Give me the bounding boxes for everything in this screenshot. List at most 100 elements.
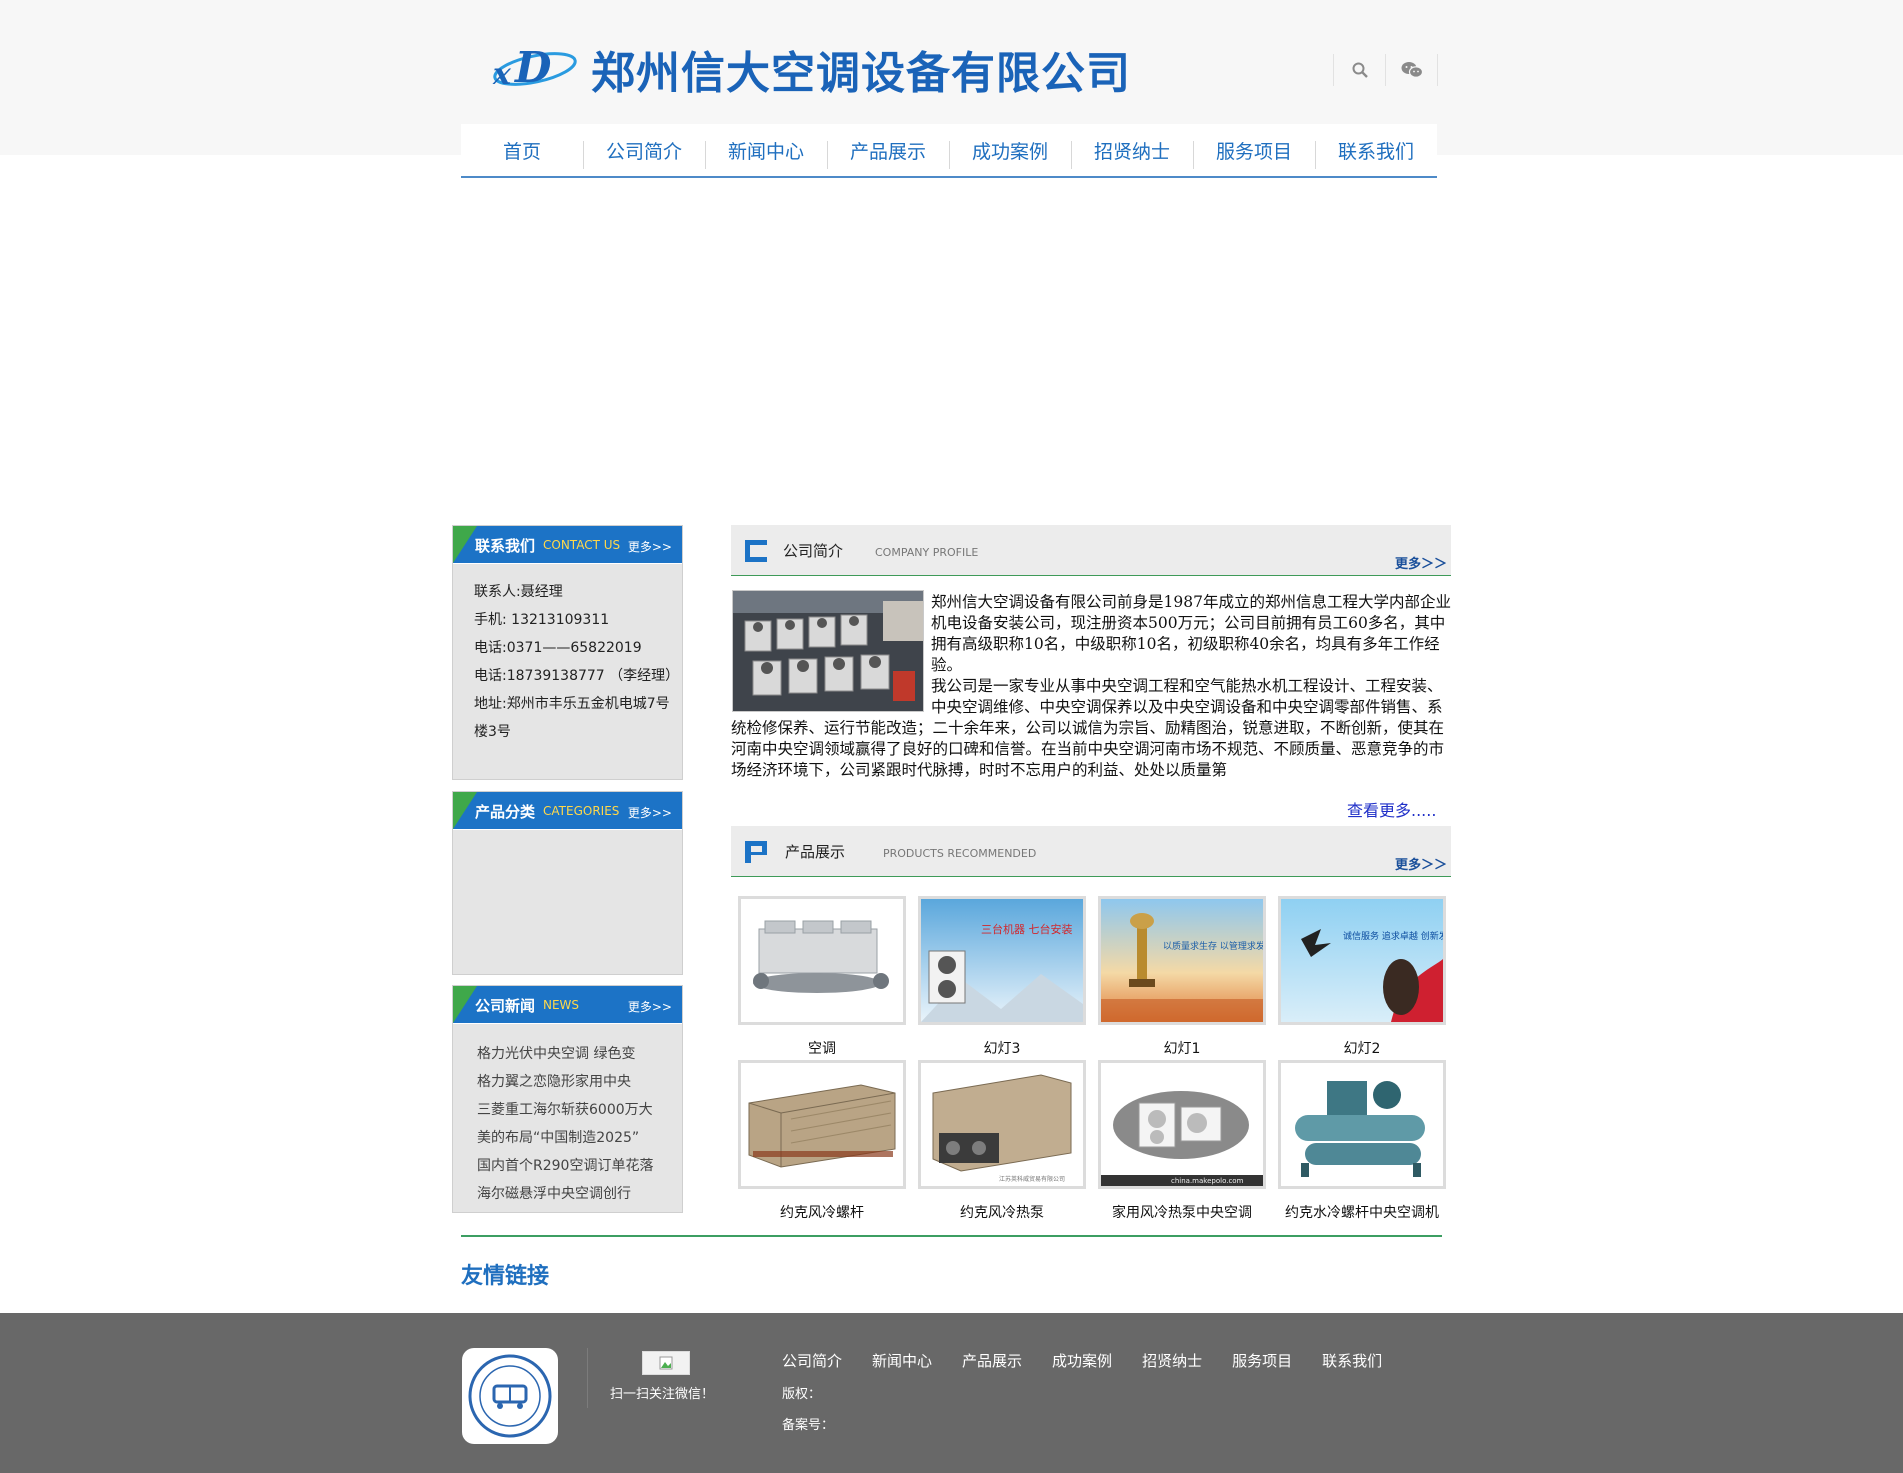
product-image[interactable]: 诚信服务 追求卓越 创新发展 合作共赢 xyxy=(1278,896,1446,1025)
footer-nav-contact[interactable]: 联系我们 xyxy=(1322,1350,1382,1371)
contact-address: 地址:郑州市丰乐五金机电城7号楼3号 xyxy=(474,696,670,740)
news-item[interactable]: 三菱重工海尔斩获6000万大 xyxy=(477,1096,682,1124)
contact-box: 联系我们 CONTACT US 更多>> 联系人:聂经理 手机: 1321310… xyxy=(452,525,683,780)
footer-nav-news[interactable]: 新闻中心 xyxy=(872,1350,932,1371)
product-name[interactable]: 幻灯3 xyxy=(918,1038,1086,1058)
contact-list: 联系人:聂经理 手机: 13213109311 电话:0371——6582201… xyxy=(453,564,682,746)
product-card[interactable]: 三台机器 七台安装 幻灯3 xyxy=(918,896,1086,1058)
svg-text:x: x xyxy=(492,57,512,92)
header-accent xyxy=(453,986,477,1023)
product-card[interactable]: 诚信服务 追求卓越 创新发展 合作共赢 幻灯2 xyxy=(1278,896,1446,1058)
product-image[interactable]: 江苏英科威贸易有限公司 xyxy=(918,1060,1086,1189)
footer-logo xyxy=(462,1348,558,1444)
wechat-icon xyxy=(1401,62,1423,78)
p-letter-icon xyxy=(745,841,767,863)
categories-box-header: 产品分类 CATEGORIES 更多>> xyxy=(453,792,682,830)
c-letter-icon xyxy=(745,540,767,562)
categories-box: 产品分类 CATEGORIES 更多>> xyxy=(452,791,683,975)
products-title: 产品展示 xyxy=(785,843,846,861)
categories-more-link[interactable]: 更多>> xyxy=(628,804,672,821)
product-card[interactable]: 约克水冷螺杆中央空调机 xyxy=(1278,1060,1446,1222)
product-card[interactable]: 约克风冷螺杆 xyxy=(738,1060,906,1222)
banner-text: 诚信服务 追求卓越 创新发展 合作共赢 xyxy=(1343,930,1443,942)
footer-nav-jobs[interactable]: 招贤纳士 xyxy=(1142,1350,1202,1371)
chiller-image xyxy=(741,899,903,1022)
news-item[interactable]: 国内首个R290空调订单花落 xyxy=(477,1152,682,1180)
news-list: 格力光伏中央空调 绿色变 格力翼之恋隐形家用中央 三菱重工海尔斩获6000万大 … xyxy=(453,1024,682,1208)
nav-cases[interactable]: 成功案例 xyxy=(949,124,1071,176)
product-name[interactable]: 约克水冷螺杆中央空调机 xyxy=(1278,1202,1446,1222)
links-divider xyxy=(461,1235,1442,1237)
about-title-en: COMPANY PROFILE xyxy=(875,546,979,559)
product-name[interactable]: 约克风冷螺杆 xyxy=(738,1202,906,1222)
nav-news[interactable]: 新闻中心 xyxy=(705,124,827,176)
product-name[interactable]: 空调 xyxy=(738,1038,906,1058)
see-more-link[interactable]: 查看更多..... xyxy=(1347,797,1436,821)
nav-about[interactable]: 公司简介 xyxy=(583,124,705,176)
contact-title: 联系我们 xyxy=(475,537,536,555)
product-image[interactable] xyxy=(738,1060,906,1189)
contact-more-link[interactable]: 更多>> xyxy=(628,538,672,555)
nav-jobs[interactable]: 招贤纳士 xyxy=(1071,124,1193,176)
contact-phone-2: 电话:18739138777 （李经理） xyxy=(474,668,680,684)
copyright-text: 版权： xyxy=(782,1387,822,1402)
contact-phone: 电话:0371——65822019 xyxy=(474,640,642,656)
main-nav: 首页 公司简介 新闻中心 产品展示 成功案例 招贤纳士 服务项目 联系我们 xyxy=(461,124,1437,178)
home-heat-pump-image: china.makepolo.com xyxy=(1101,1063,1263,1186)
categories-title-en: CATEGORIES xyxy=(543,804,620,818)
company-name: 郑州信大空调设备有限公司 xyxy=(591,48,1131,99)
news-title-en: NEWS xyxy=(543,998,580,1012)
news-item[interactable]: 格力翼之恋隐形家用中央 xyxy=(477,1068,682,1096)
footer-nav-cases[interactable]: 成功案例 xyxy=(1052,1350,1112,1371)
footer-nav: 公司简介 新闻中心 产品展示 成功案例 招贤纳士 服务项目 联系我们 xyxy=(782,1350,1412,1371)
product-image[interactable] xyxy=(738,896,906,1025)
wechat-button[interactable] xyxy=(1385,54,1438,86)
footer-nav-about[interactable]: 公司简介 xyxy=(782,1350,842,1371)
wechat-qr-image xyxy=(642,1351,690,1375)
product-name[interactable]: 家用风冷热泵中央空调 xyxy=(1098,1202,1266,1222)
product-image[interactable]: 以质量求生存 以管理求发展 xyxy=(1098,896,1266,1025)
news-item[interactable]: 格力光伏中央空调 绿色变 xyxy=(477,1040,682,1068)
nav-services[interactable]: 服务项目 xyxy=(1193,124,1315,176)
air-cooled-screw-image xyxy=(741,1063,903,1186)
contact-mobile: 手机: 13213109311 xyxy=(474,612,610,628)
about-text: 郑州信大空调设备有限公司前身是1987年成立的郑州信息工程大学内部企业机电设备安… xyxy=(731,592,1453,781)
product-image[interactable]: 三台机器 七台安装 xyxy=(918,896,1086,1025)
svg-text:D: D xyxy=(514,44,552,92)
product-card[interactable]: 江苏英科威贸易有限公司 约克风冷热泵 xyxy=(918,1060,1086,1222)
news-more-link[interactable]: 更多>> xyxy=(628,998,672,1015)
product-card[interactable]: china.makepolo.com 家用风冷热泵中央空调 xyxy=(1098,1060,1266,1222)
icp-text: 备案号： xyxy=(782,1418,835,1433)
eagle-banner-image: 诚信服务 追求卓越 创新发展 合作共赢 xyxy=(1281,899,1443,1022)
heat-pump-image: 江苏英科威贸易有限公司 xyxy=(921,1063,1083,1186)
product-name[interactable]: 约克风冷热泵 xyxy=(918,1202,1086,1222)
product-card[interactable]: 空调 xyxy=(738,896,906,1058)
about-title: 公司简介 xyxy=(783,542,844,560)
footer-nav-services[interactable]: 服务项目 xyxy=(1232,1350,1292,1371)
search-button[interactable] xyxy=(1333,54,1385,86)
friend-links-title: 友情链接 xyxy=(461,1264,550,1289)
nav-products[interactable]: 产品展示 xyxy=(827,124,949,176)
news-item[interactable]: 海尔磁悬浮中央空调创行 xyxy=(477,1180,682,1208)
water-cooled-screw-image xyxy=(1281,1063,1443,1186)
product-image[interactable]: china.makepolo.com xyxy=(1098,1060,1266,1189)
search-icon xyxy=(1352,62,1368,78)
product-card[interactable]: 以质量求生存 以管理求发展 幻灯1 xyxy=(1098,896,1266,1058)
contact-title-en: CONTACT US xyxy=(543,538,621,552)
nav-home[interactable]: 首页 xyxy=(461,124,583,176)
products-more-link[interactable]: 更多＞＞ xyxy=(1395,854,1447,873)
news-box-header: 公司新闻 NEWS 更多>> xyxy=(453,986,682,1024)
site-logo[interactable]: x D 郑州信大空调设备有限公司 xyxy=(485,44,1131,99)
nav-contact[interactable]: 联系我们 xyxy=(1315,124,1437,176)
wechat-scan-text: 扫一扫关注微信！ xyxy=(610,1387,715,1402)
association-badge-icon xyxy=(468,1354,552,1438)
news-item[interactable]: 美的布局“中国制造2025” xyxy=(477,1124,682,1152)
footer-nav-products[interactable]: 产品展示 xyxy=(962,1350,1022,1371)
about-more-link[interactable]: 更多＞＞ xyxy=(1395,553,1447,572)
news-title: 公司新闻 xyxy=(475,997,536,1015)
watermark-text: china.makepolo.com xyxy=(1171,1177,1244,1185)
product-name[interactable]: 幻灯1 xyxy=(1098,1038,1266,1058)
product-image[interactable] xyxy=(1278,1060,1446,1189)
product-name[interactable]: 幻灯2 xyxy=(1278,1038,1446,1058)
contact-box-header: 联系我们 CONTACT US 更多>> xyxy=(453,526,682,564)
